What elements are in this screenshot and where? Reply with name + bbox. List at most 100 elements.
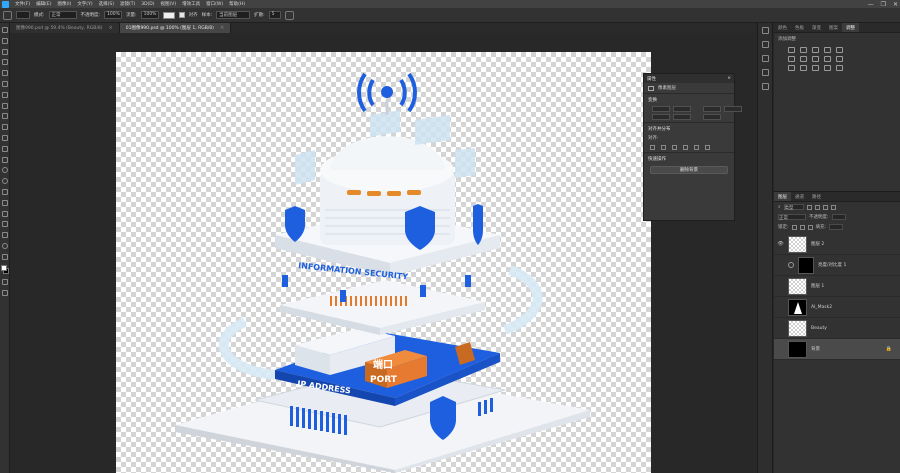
transform-section-label[interactable]: 变换 <box>644 93 734 104</box>
menu-help[interactable]: 帮助(H) <box>226 1 248 7</box>
blur-tool-icon[interactable] <box>1 167 8 174</box>
channel-mixer-icon[interactable] <box>836 56 843 62</box>
close-icon[interactable]: ✕ <box>893 1 898 8</box>
y-field[interactable] <box>724 106 742 112</box>
curves-icon[interactable] <box>812 47 819 53</box>
color-picker-swatches[interactable] <box>0 264 9 275</box>
history-icon[interactable] <box>761 27 769 34</box>
eraser-tool-icon[interactable] <box>1 145 8 152</box>
tab-close-icon[interactable]: × <box>220 25 224 31</box>
link-icon[interactable] <box>694 106 700 112</box>
tab-document-1[interactable]: 图像990.psd @ 59.4% (Beauty, RGB/8) × <box>10 23 120 33</box>
path-selection-tool-icon[interactable] <box>1 210 8 217</box>
tab-gradients[interactable]: 渐变 <box>808 23 825 32</box>
libraries-icon[interactable] <box>761 83 769 90</box>
zoom-tool-icon[interactable] <box>1 242 8 249</box>
lock-position-icon[interactable] <box>799 224 805 230</box>
properties-icon[interactable] <box>761 41 769 48</box>
crop-tool-icon[interactable] <box>1 70 8 77</box>
mode-select[interactable]: 正常 <box>48 11 77 19</box>
filter-pixel-icon[interactable] <box>806 204 812 210</box>
history-brush-tool-icon[interactable] <box>1 134 8 141</box>
move-tool-icon[interactable] <box>1 27 8 33</box>
layer-row[interactable]: 👁 图层 2 <box>774 234 900 255</box>
menu-type[interactable]: 文字(Y) <box>74 1 95 7</box>
tab-paths[interactable]: 路径 <box>808 192 825 201</box>
menu-edit[interactable]: 编辑(E) <box>33 1 54 7</box>
layer-row[interactable]: 图层 1 <box>774 276 900 297</box>
pen-tool-icon[interactable] <box>1 188 8 195</box>
magic-wand-tool-icon[interactable] <box>1 59 8 66</box>
filter-type-icon[interactable] <box>822 204 828 210</box>
x-field[interactable] <box>673 106 691 112</box>
quick-actions-label[interactable]: 快速操作 <box>644 152 734 163</box>
screen-mode-icon[interactable] <box>1 290 8 297</box>
opacity-field[interactable] <box>831 214 846 220</box>
angle-field[interactable] <box>652 114 670 120</box>
tab-patterns[interactable]: 图案 <box>825 23 842 32</box>
aligned-checkbox[interactable] <box>178 12 185 18</box>
sample-select[interactable]: 当前图层 <box>216 11 251 19</box>
lasso-tool-icon[interactable] <box>1 48 8 55</box>
align-center-icon[interactable] <box>661 145 666 150</box>
invert-icon[interactable] <box>788 65 795 71</box>
hue-saturation-icon[interactable] <box>788 56 795 62</box>
tab-close-icon[interactable]: × <box>109 25 113 31</box>
posterize-icon[interactable] <box>800 65 807 71</box>
blend-mode-select[interactable]: 正常 <box>778 214 806 221</box>
tab-adjustments[interactable]: 调整 <box>842 23 859 32</box>
opacity-field[interactable]: 100% <box>104 11 123 19</box>
diffusion-field[interactable]: 5 <box>268 11 281 19</box>
exposure-icon[interactable] <box>824 47 831 53</box>
threshold-icon[interactable] <box>812 65 819 71</box>
flip-h-button[interactable] <box>673 114 691 120</box>
levels-icon[interactable] <box>800 47 807 53</box>
align-middle-icon[interactable] <box>694 145 699 150</box>
menu-plugins[interactable]: 增效工具 <box>179 1 203 7</box>
color-swatch[interactable] <box>162 11 175 19</box>
layer-row[interactable]: 亮度/对比度 1 <box>774 255 900 276</box>
menu-file[interactable]: 文件(F) <box>12 1 33 7</box>
clone-stamp-tool-icon[interactable] <box>1 124 8 131</box>
foreground-color-swatch[interactable] <box>0 264 7 271</box>
rectangle-tool-icon[interactable] <box>1 221 8 228</box>
properties-header[interactable]: 属性 × <box>644 74 734 83</box>
eyedropper-tool-icon[interactable] <box>1 91 8 98</box>
menu-select[interactable]: 选择(S) <box>96 1 117 7</box>
align-bottom-icon[interactable] <box>705 145 710 150</box>
align-top-icon[interactable] <box>683 145 688 150</box>
character-icon[interactable] <box>761 69 769 76</box>
layer-kind-select[interactable]: 类型 <box>783 204 804 211</box>
stamp-tool-icon[interactable] <box>3 10 12 20</box>
remove-background-button[interactable]: 删除背景 <box>650 166 728 174</box>
settings-gear-icon[interactable] <box>284 10 294 20</box>
align-section-label[interactable]: 对齐并分布 <box>644 122 734 133</box>
tab-channels[interactable]: 通道 <box>791 192 808 201</box>
minimize-icon[interactable]: — <box>868 1 874 8</box>
visibility-eye-icon[interactable]: 👁 <box>777 241 784 247</box>
filter-adjust-icon[interactable] <box>814 204 820 210</box>
black-white-icon[interactable] <box>812 56 819 62</box>
tab-color[interactable]: 颜色 <box>774 23 791 32</box>
flip-v-button[interactable] <box>703 114 721 120</box>
fill-field[interactable] <box>829 224 844 230</box>
brush-tool-icon[interactable] <box>1 113 8 120</box>
tab-swatches[interactable]: 色板 <box>791 23 808 32</box>
quick-mask-icon[interactable] <box>1 279 8 286</box>
align-left-icon[interactable] <box>650 145 655 150</box>
layer-row[interactable]: AI_Mask2 <box>774 297 900 318</box>
menu-image[interactable]: 图像(I) <box>54 1 74 7</box>
paragraph-icon[interactable] <box>761 55 769 62</box>
hand-tool-icon[interactable] <box>1 232 8 239</box>
layer-row[interactable]: Beauty <box>774 318 900 339</box>
maximize-icon[interactable]: ❐ <box>881 1 886 8</box>
width-field[interactable] <box>652 106 670 112</box>
filter-shape-icon[interactable] <box>830 204 836 210</box>
menu-window[interactable]: 窗口(W) <box>203 1 226 7</box>
tab-layers[interactable]: 图层 <box>774 192 791 201</box>
more-tools-icon[interactable] <box>1 253 8 260</box>
dodge-tool-icon[interactable] <box>1 178 8 185</box>
gradient-tool-icon[interactable] <box>1 156 8 163</box>
panel-close-icon[interactable]: × <box>727 76 731 81</box>
brush-preset-picker[interactable] <box>16 11 30 19</box>
